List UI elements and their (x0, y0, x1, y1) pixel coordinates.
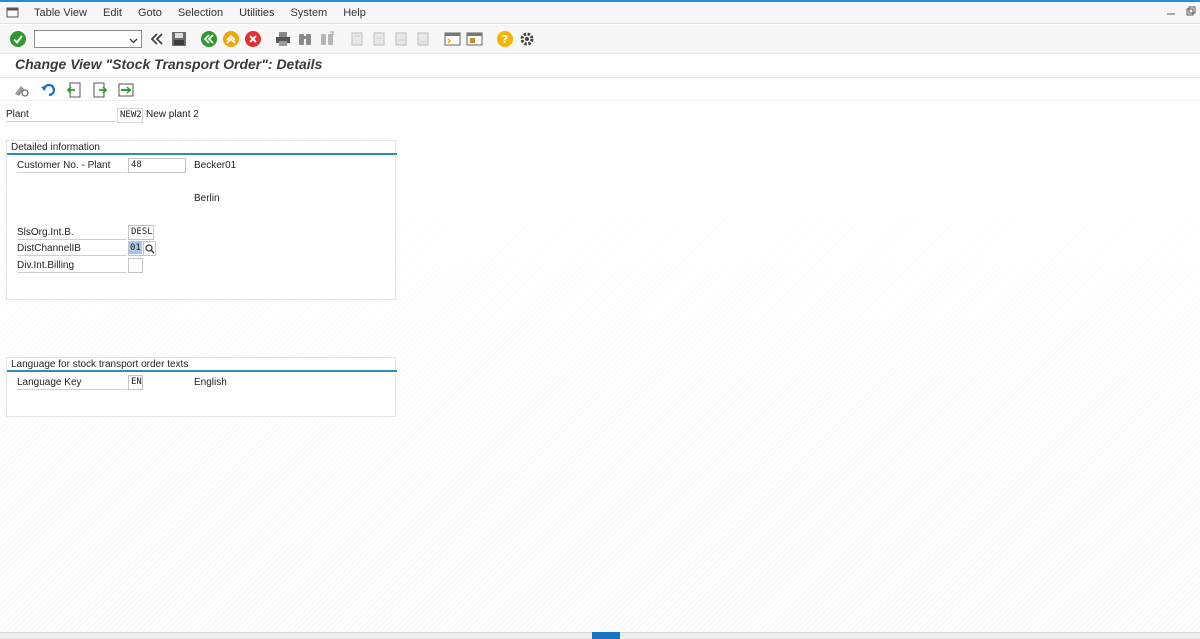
menu-system[interactable]: System (283, 7, 336, 19)
distchannel-label: DistChannelIB (17, 243, 127, 256)
display-change-icon[interactable] (12, 80, 32, 100)
collapse-command-icon[interactable] (147, 29, 167, 49)
settings-icon[interactable] (517, 29, 537, 49)
previous-page-icon[interactable] (369, 29, 389, 49)
back-icon[interactable] (199, 29, 219, 49)
application-toolbar (0, 79, 1200, 101)
group-title-detailed-information: Detailed information (11, 142, 100, 153)
plant-label: Plant (6, 109, 116, 122)
content-area: Plant NEW2 New plant 2 Detailed informat… (0, 102, 1200, 632)
distchannel-value: 01 (129, 242, 142, 254)
language-key-text: English (194, 377, 227, 388)
customer-city: Berlin (194, 193, 220, 204)
create-shortcut-icon[interactable] (465, 29, 485, 49)
menu-edit[interactable]: Edit (95, 7, 130, 19)
group-title-language: Language for stock transport order texts (11, 359, 189, 370)
sap-logo (592, 632, 620, 639)
menu-utilities[interactable]: Utilities (231, 7, 282, 19)
customer-no-label: Customer No. - Plant (17, 160, 127, 173)
system-toolbar: ? (0, 25, 1200, 54)
division-label: Div.Int.Billing (17, 260, 127, 273)
language-group: Language for stock transport order texts… (6, 357, 397, 417)
command-field[interactable] (34, 30, 142, 48)
chevron-down-icon[interactable] (129, 34, 138, 48)
plant-name: New plant 2 (146, 109, 199, 120)
print-icon[interactable] (273, 29, 293, 49)
next-page-icon[interactable] (391, 29, 411, 49)
find-next-icon[interactable] (317, 29, 337, 49)
system-menu-icon[interactable] (6, 7, 20, 19)
menu-selection[interactable]: Selection (170, 7, 231, 19)
find-icon[interactable] (295, 29, 315, 49)
help-icon[interactable]: ? (495, 29, 515, 49)
cancel-icon[interactable] (243, 29, 263, 49)
restore-icon[interactable] (1186, 6, 1196, 19)
menu-goto[interactable]: Goto (130, 7, 170, 19)
last-page-icon[interactable] (413, 29, 433, 49)
title-bar: Change View "Stock Transport Order": Det… (0, 54, 1200, 78)
customer-no-field[interactable]: 48 (128, 158, 186, 173)
exit-icon[interactable] (221, 29, 241, 49)
customer-name: Becker01 (194, 160, 237, 171)
language-key-field[interactable]: EN (128, 375, 143, 390)
language-key-label: Language Key (17, 377, 127, 390)
menu-table-view[interactable]: Table View (26, 7, 95, 19)
value-help-search-icon[interactable] (143, 241, 156, 256)
save-icon[interactable] (169, 29, 189, 49)
menu-help[interactable]: Help (335, 7, 374, 19)
slsorg-label: SlsOrg.Int.B. (17, 227, 127, 240)
undo-icon[interactable] (38, 80, 58, 100)
next-entry-icon[interactable] (90, 80, 110, 100)
page-title: Change View "Stock Transport Order": Det… (15, 56, 323, 72)
plant-field: NEW2 (117, 108, 143, 123)
previous-entry-icon[interactable] (64, 80, 84, 100)
distchannel-field[interactable]: 01 (128, 241, 144, 256)
slsorg-field[interactable]: DESL (128, 225, 154, 240)
first-page-icon[interactable] (347, 29, 367, 49)
window-controls (1166, 6, 1196, 19)
create-session-icon[interactable] (443, 29, 463, 49)
detailed-information-group: Detailed information Customer No. - Plan… (6, 140, 397, 300)
transport-icon[interactable] (116, 80, 136, 100)
enter-icon[interactable] (8, 29, 28, 49)
svg-text:?: ? (502, 33, 508, 46)
menu-bar: Table View Edit Goto Selection Utilities… (0, 2, 1200, 24)
division-field[interactable] (128, 258, 143, 273)
minimize-icon[interactable] (1166, 6, 1176, 19)
